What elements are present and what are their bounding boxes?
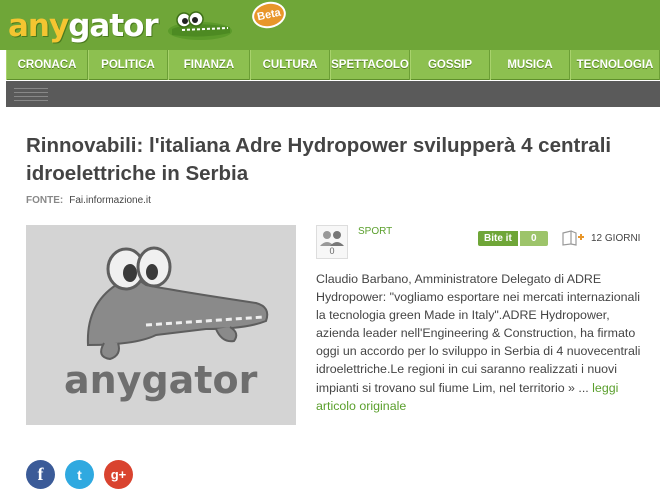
source-value[interactable]: Fai.informazione.it [69, 195, 151, 206]
crocodile-mascot-icon [167, 11, 232, 40]
social-share-bar: f t g+ [26, 460, 133, 489]
ellipsis: » ... [568, 380, 589, 395]
article-excerpt: Claudio Barbano, Amministratore Delegato… [316, 270, 646, 415]
twitter-icon: t [77, 466, 82, 483]
thumbnail-logo-text: anygator [64, 358, 258, 402]
category-link[interactable]: SPORT [358, 226, 392, 237]
bite-it-button[interactable]: Bite it 0 [478, 231, 548, 246]
bite-it-count: 0 [519, 231, 548, 246]
logo-text: anygator [8, 8, 159, 44]
sub-toolbar [6, 81, 660, 107]
nav-item-cultura[interactable]: CULTURA [250, 50, 330, 80]
nav-item-politica[interactable]: POLITICA [88, 50, 168, 80]
article-source: FONTE: Fai.informazione.it [26, 195, 151, 206]
article-age: 12 GIORNI [591, 233, 641, 244]
nav-item-musica[interactable]: MUSICA [490, 50, 570, 80]
site-logo[interactable]: anygator [8, 6, 234, 46]
twitter-share-button[interactable]: t [65, 460, 94, 489]
facebook-icon: f [37, 464, 44, 484]
menu-icon[interactable] [14, 88, 48, 101]
nav-item-finanza[interactable]: FINANZA [168, 50, 250, 80]
users-icon [320, 231, 344, 246]
nav-item-cronaca[interactable]: CRONACA [6, 50, 88, 80]
add-to-reading-list-icon[interactable] [562, 230, 584, 246]
site-header: anygator Beta [0, 0, 660, 50]
source-label: FONTE: [26, 195, 64, 206]
google-plus-icon: g+ [110, 467, 127, 482]
author-avatar[interactable]: 0 [316, 225, 348, 259]
google-plus-share-button[interactable]: g+ [104, 460, 133, 489]
article-thumbnail[interactable]: anygator [26, 225, 296, 425]
bite-it-label: Bite it [478, 231, 518, 246]
user-count: 0 [329, 246, 335, 256]
nav-item-spettacolo[interactable]: SPETTACOLO [330, 50, 410, 80]
nav-item-tecnologia[interactable]: TECNOLOGIA [570, 50, 660, 80]
anygator-placeholder-image: anygator [26, 225, 296, 425]
nav-item-gossip[interactable]: GOSSIP [410, 50, 490, 80]
facebook-share-button[interactable]: f [26, 460, 55, 489]
article-title: Rinnovabili: l'italiana Adre Hydropower … [26, 134, 612, 185]
excerpt-text: Claudio Barbano, Amministratore Delegato… [316, 272, 641, 395]
category-nav: CRONACA POLITICA FINANZA CULTURA SPETTAC… [6, 50, 660, 80]
beta-badge: Beta [249, 0, 289, 32]
